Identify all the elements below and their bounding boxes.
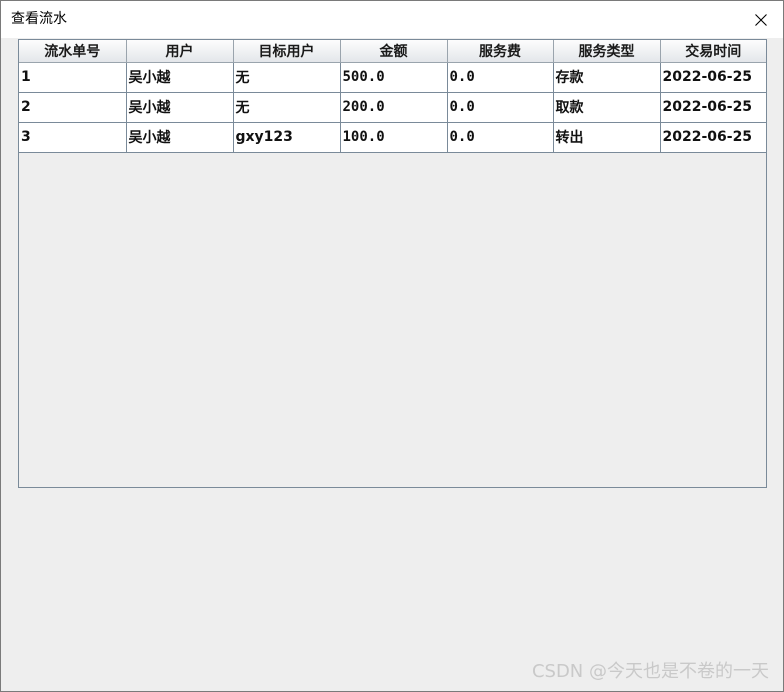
content-area: 流水单号 用户 目标用户 金额 服务费 服务类型 交易时间 1 吴小越 无 50 (1, 38, 783, 691)
table-row[interactable]: 1 吴小越 无 500.0 0.0 存款 2022-06-25 (19, 62, 766, 93)
cell-fee[interactable]: 0.0 (447, 92, 554, 123)
cell-time[interactable]: 2022-06-25 (660, 92, 766, 123)
column-header-target-user[interactable]: 目标用户 (233, 40, 341, 63)
title-bar[interactable]: 查看流水 (1, 1, 783, 38)
watermark-text: CSDN @今天也是不卷的一天 (531, 661, 769, 682)
column-header-fee[interactable]: 服务费 (447, 40, 554, 63)
cell-user[interactable]: 吴小越 (126, 62, 234, 93)
table-scroll-pane[interactable]: 流水单号 用户 目标用户 金额 服务费 服务类型 交易时间 1 吴小越 无 50 (18, 39, 767, 488)
cell-time[interactable]: 2022-06-25 (660, 122, 766, 153)
cell-user[interactable]: 吴小越 (126, 92, 234, 123)
table-row[interactable]: 2 吴小越 无 200.0 0.0 取款 2022-06-25 (19, 92, 766, 123)
table-row[interactable]: 3 吴小越 gxy123 100.0 0.0 转出 2022-06-25 (19, 122, 766, 153)
window: 查看流水 流水单号 用户 目标用户 金额 服务费 服务类型 交易时间 1 吴小越… (0, 0, 784, 692)
cell-service-type[interactable]: 转出 (553, 122, 661, 153)
cell-serial[interactable]: 2 (19, 92, 127, 123)
cell-target-user[interactable]: 无 (233, 92, 341, 123)
cell-amount[interactable]: 100.0 (340, 122, 448, 153)
column-header-service-type[interactable]: 服务类型 (553, 40, 661, 63)
cell-target-user[interactable]: gxy123 (233, 122, 341, 153)
cell-time[interactable]: 2022-06-25 (660, 62, 766, 93)
column-header-time[interactable]: 交易时间 (660, 40, 766, 63)
column-header-user[interactable]: 用户 (126, 40, 234, 63)
column-header-serial[interactable]: 流水单号 (19, 40, 127, 63)
cell-fee[interactable]: 0.0 (447, 62, 554, 93)
cell-target-user[interactable]: 无 (233, 62, 341, 93)
table-header-row: 流水单号 用户 目标用户 金额 服务费 服务类型 交易时间 (19, 40, 766, 63)
cell-serial[interactable]: 1 (19, 62, 127, 93)
cell-serial[interactable]: 3 (19, 122, 127, 153)
close-icon (755, 13, 767, 26)
column-header-amount[interactable]: 金额 (340, 40, 448, 63)
cell-amount[interactable]: 500.0 (340, 62, 448, 93)
window-title: 查看流水 (11, 11, 67, 27)
cell-service-type[interactable]: 取款 (553, 92, 661, 123)
cell-amount[interactable]: 200.0 (340, 92, 448, 123)
cell-user[interactable]: 吴小越 (126, 122, 234, 153)
cell-service-type[interactable]: 存款 (553, 62, 661, 93)
cell-fee[interactable]: 0.0 (447, 122, 554, 153)
close-button[interactable] (739, 1, 783, 38)
transaction-table: 流水单号 用户 目标用户 金额 服务费 服务类型 交易时间 1 吴小越 无 50 (19, 40, 766, 153)
